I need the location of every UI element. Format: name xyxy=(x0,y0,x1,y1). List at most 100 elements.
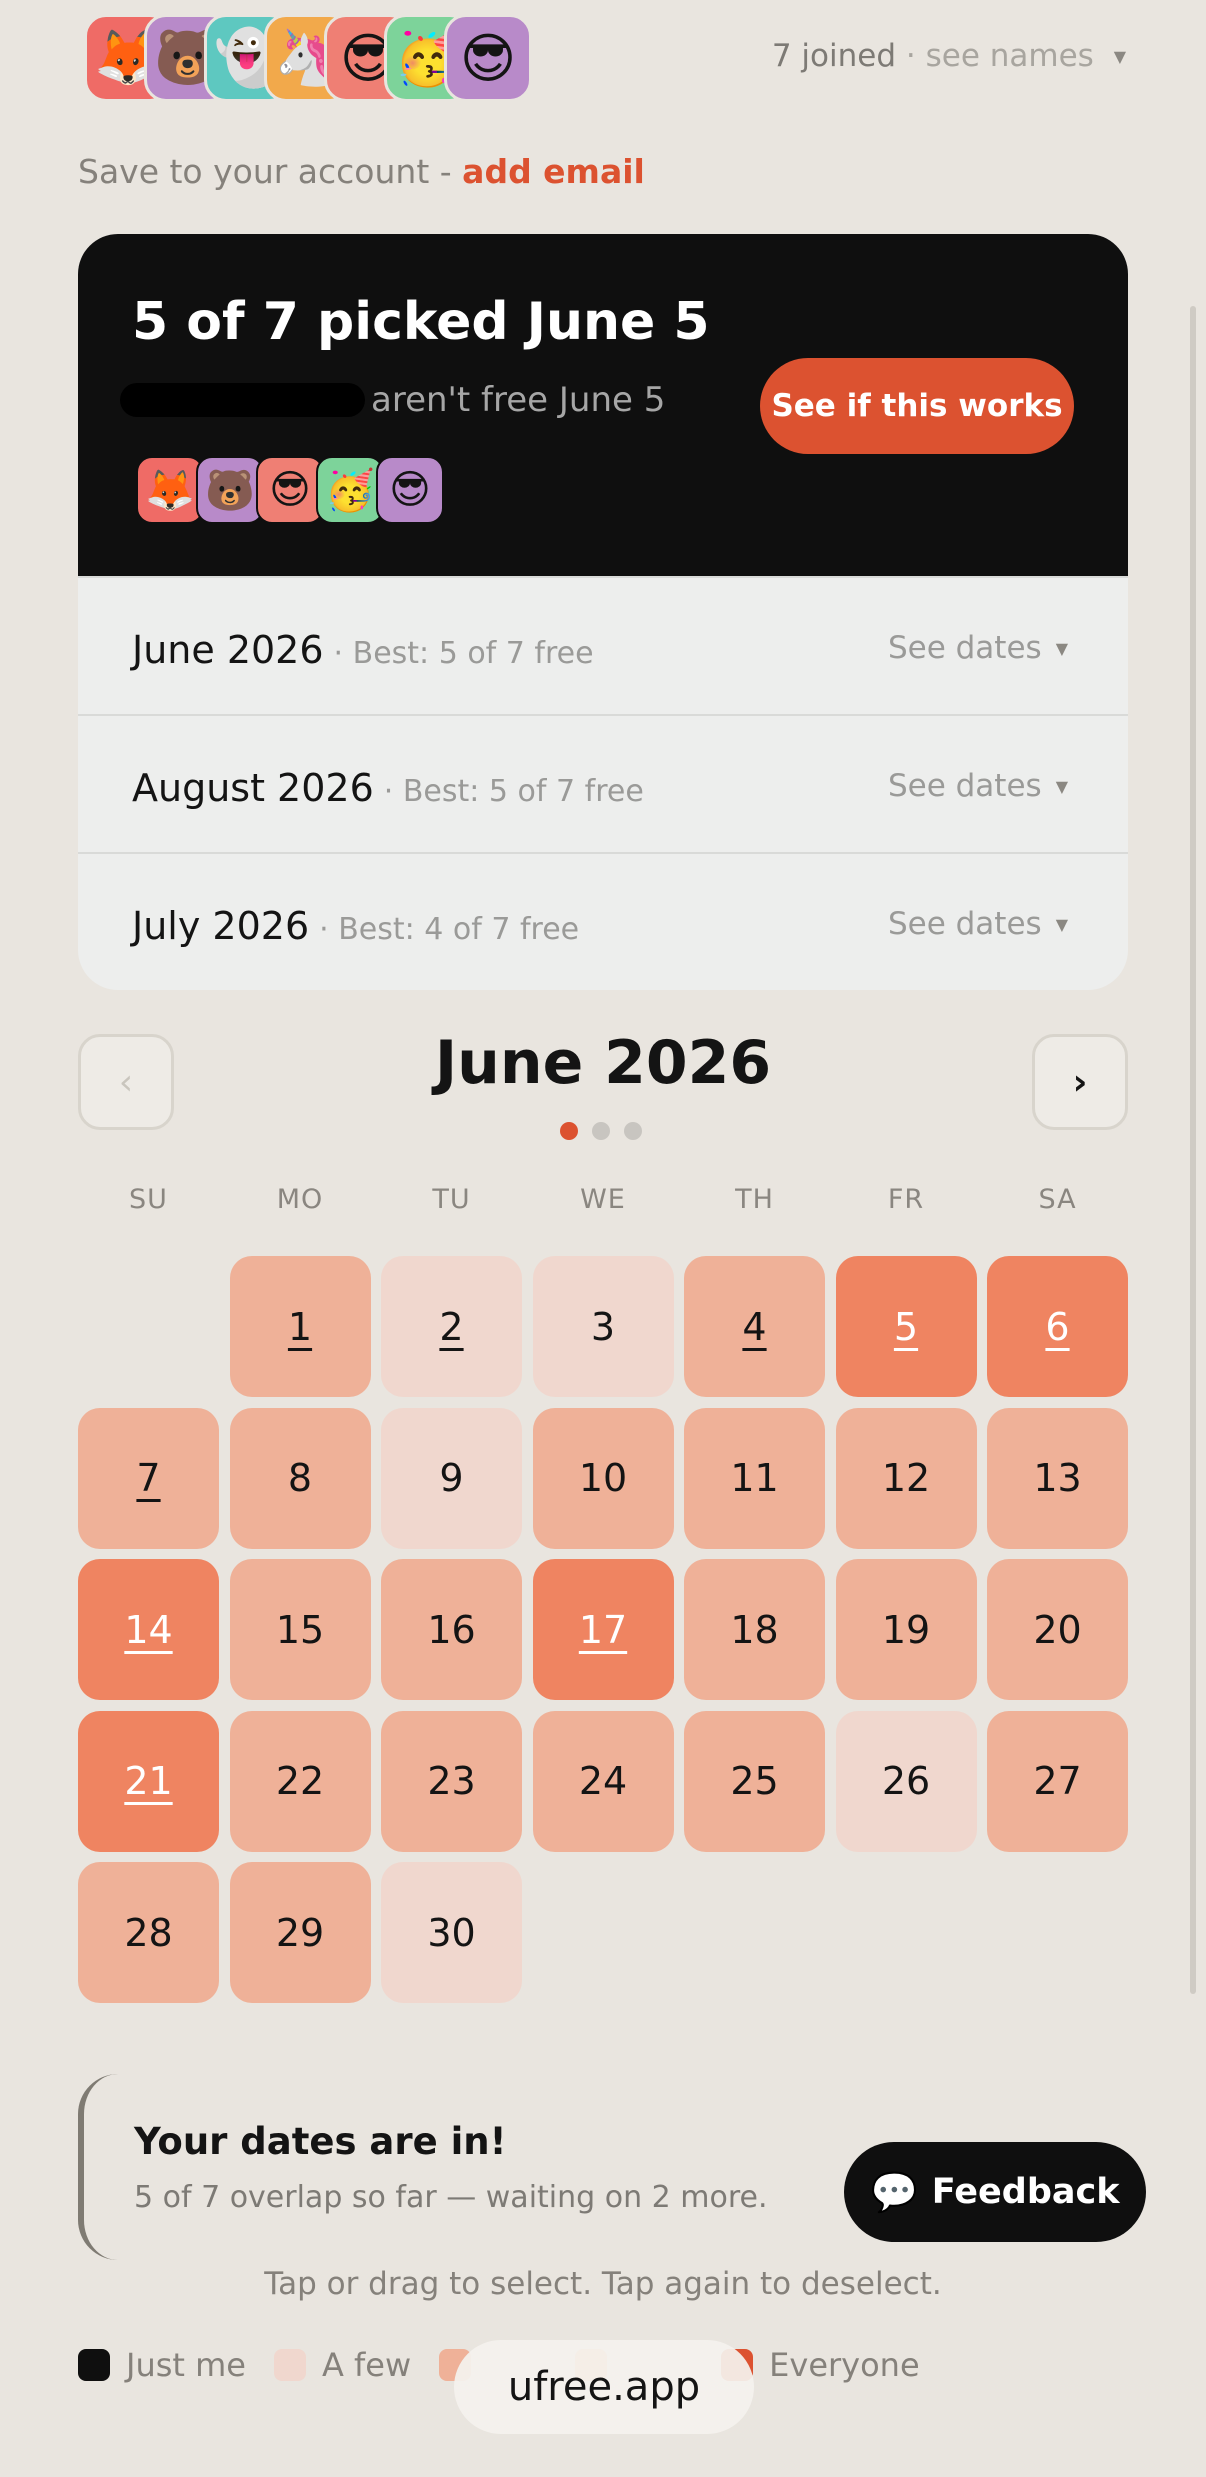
speech-bubble-icon: 💬 xyxy=(870,2169,918,2214)
see-dates-label: See dates xyxy=(887,630,1042,666)
calendar-day[interactable]: 8 xyxy=(229,1407,371,1549)
calendar-day[interactable]: 18 xyxy=(684,1559,825,1700)
see-dates-toggle[interactable]: See dates ▼ xyxy=(888,630,1068,666)
day-number: 8 xyxy=(287,1456,313,1500)
calendar-day[interactable]: 12 xyxy=(835,1407,977,1549)
calendar-day[interactable]: 15 xyxy=(229,1559,371,1700)
calendar-day[interactable]: 7 xyxy=(78,1407,219,1549)
voter-avatar: 🐻 xyxy=(196,456,264,524)
day-number: 27 xyxy=(1033,1759,1082,1803)
legend-label-just-me: Just me xyxy=(126,2346,246,2384)
month-page-dots xyxy=(560,1122,656,1140)
day-number: 3 xyxy=(590,1304,616,1349)
see-if-this-works-button[interactable]: See if this works xyxy=(760,358,1074,454)
redacted-names xyxy=(120,383,365,417)
calendar-day[interactable]: 22 xyxy=(229,1710,371,1852)
legend-a-few: A few xyxy=(273,2346,411,2384)
weekday-label: WE xyxy=(580,1184,626,1215)
calendar-day[interactable]: 17 xyxy=(532,1559,674,1700)
calendar-day[interactable]: 29 xyxy=(229,1862,371,2003)
day-number: 5 xyxy=(893,1304,919,1349)
save-account-prompt: Save to your account - add email xyxy=(78,152,645,191)
calendar-day[interactable]: 4 xyxy=(684,1256,825,1397)
chevron-down-icon: ▼ xyxy=(1055,915,1068,934)
see-names-link[interactable]: · see names xyxy=(906,38,1094,74)
month-best-summary: · Best: 4 of 7 free xyxy=(319,912,580,947)
day-number: 18 xyxy=(730,1607,779,1652)
calendar-day[interactable]: 5 xyxy=(835,1256,977,1397)
calendar-day[interactable]: 14 xyxy=(78,1559,219,1700)
calendar-day[interactable]: 3 xyxy=(532,1256,674,1397)
day-number: 23 xyxy=(427,1759,476,1803)
calendar-day[interactable]: 9 xyxy=(381,1407,522,1549)
participant-avatars[interactable]: 🦊 🐻 👻 🦄 😎 🥳 😎 xyxy=(84,14,532,102)
month-option-row[interactable]: August 2026 · Best: 5 of 7 free See dates ▼ xyxy=(78,714,1128,850)
month-name: June 2026 xyxy=(132,628,324,672)
feedback-button[interactable]: 💬 Feedback xyxy=(844,2142,1146,2242)
calendar-day[interactable]: 13 xyxy=(987,1407,1128,1549)
calendar-day[interactable]: 21 xyxy=(78,1710,219,1852)
weekday-label: TH xyxy=(735,1184,774,1215)
page-dot xyxy=(560,1122,578,1140)
calendar-day[interactable]: 19 xyxy=(835,1559,977,1700)
next-month-button[interactable]: › xyxy=(1032,1034,1128,1130)
calendar-day[interactable]: 10 xyxy=(532,1407,674,1549)
day-number: 16 xyxy=(427,1607,476,1652)
calendar-day[interactable]: 2 xyxy=(381,1256,522,1397)
calendar-day[interactable]: 30 xyxy=(381,1862,522,2003)
calendar-day[interactable]: 20 xyxy=(987,1559,1128,1700)
day-number: 24 xyxy=(578,1759,628,1803)
calendar-day[interactable]: 23 xyxy=(381,1710,522,1852)
month-option-row[interactable]: July 2026 · Best: 4 of 7 free See dates ▼ xyxy=(78,852,1128,988)
unavailable-text: aren't free June 5 xyxy=(371,380,666,420)
calendar-day[interactable]: 11 xyxy=(684,1407,825,1549)
day-number: 28 xyxy=(124,1910,173,1955)
calendar-day[interactable]: 16 xyxy=(381,1559,522,1700)
voter-avatar: 😎 xyxy=(256,456,324,524)
calendar-day[interactable]: 25 xyxy=(684,1710,825,1852)
feedback-label: Feedback xyxy=(931,2172,1120,2212)
result-card: 5 of 7 picked June 5 aren't free June 5 … xyxy=(78,234,1128,990)
month-option-name: June 2026 · Best: 5 of 7 free xyxy=(132,628,594,672)
calendar-day[interactable]: 24 xyxy=(532,1710,674,1852)
see-dates-label: See dates xyxy=(887,768,1042,804)
voter-avatar: 🥳 xyxy=(316,456,384,524)
month-name: August 2026 xyxy=(132,766,374,810)
day-number: 13 xyxy=(1033,1456,1082,1500)
calendar-day[interactable]: 26 xyxy=(835,1710,977,1852)
day-number: 4 xyxy=(742,1304,767,1349)
month-option-row[interactable]: June 2026 · Best: 5 of 7 free See dates ▼ xyxy=(78,576,1128,712)
legend-swatch-a-few xyxy=(273,2349,306,2381)
url-pill[interactable]: ufree.app xyxy=(454,2340,754,2434)
joined-count: 7 joined xyxy=(771,38,897,74)
available-voters: 🦊 🐻 😎 🥳 😎 xyxy=(136,456,444,524)
scrollbar[interactable] xyxy=(1190,306,1196,1994)
chevron-down-icon: ▼ xyxy=(1113,47,1126,66)
note-subtitle: 5 of 7 overlap so far — waiting on 2 mor… xyxy=(134,2180,768,2215)
calendar-day[interactable]: 28 xyxy=(78,1862,219,2003)
weekday-label: MO xyxy=(276,1184,324,1215)
month-option-name: August 2026 · Best: 5 of 7 free xyxy=(132,766,644,810)
day-number: 20 xyxy=(1033,1607,1082,1652)
legend-swatch-just-me xyxy=(78,2349,110,2381)
day-number: 1 xyxy=(287,1304,313,1349)
joined-summary[interactable]: 7 joined · see names ▼ xyxy=(772,38,1126,74)
day-number: 14 xyxy=(124,1607,173,1652)
see-dates-toggle[interactable]: See dates ▼ xyxy=(888,768,1068,804)
voter-avatar: 🦊 xyxy=(136,456,204,524)
empty-day-cell xyxy=(78,1256,219,1397)
calendar-day[interactable]: 6 xyxy=(987,1256,1128,1397)
legend-label-everyone: Everyone xyxy=(769,2346,920,2384)
day-number: 10 xyxy=(578,1456,628,1500)
calendar-day[interactable]: 27 xyxy=(987,1710,1128,1852)
participant-avatar: 😎 xyxy=(444,14,532,102)
calendar-day[interactable]: 1 xyxy=(229,1256,371,1397)
page-dot xyxy=(592,1122,610,1140)
add-email-link[interactable]: add email xyxy=(462,152,645,191)
voter-avatar: 😎 xyxy=(376,456,444,524)
day-number: 2 xyxy=(439,1304,464,1349)
month-name: July 2026 xyxy=(132,904,310,948)
unavailable-summary: aren't free June 5 xyxy=(120,380,665,420)
note-title: Your dates are in! xyxy=(134,2120,507,2163)
see-dates-toggle[interactable]: See dates ▼ xyxy=(888,906,1068,942)
